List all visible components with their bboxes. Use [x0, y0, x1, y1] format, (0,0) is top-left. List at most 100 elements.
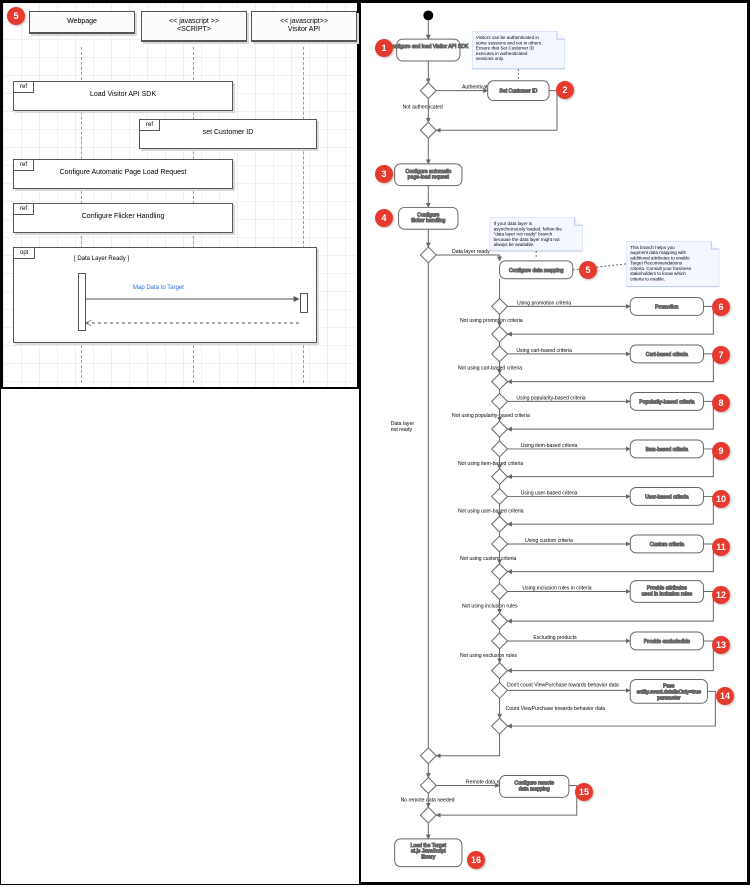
badge-11: 11 [712, 538, 730, 556]
node-detailsonly: Passentity.event.detailsOnly=trueparamet… [630, 680, 707, 704]
node-load-atjs: Load the Targetat.js JavaScriptlibrary [395, 839, 462, 867]
lbl-nuubc: Not using user-based criteria [458, 508, 524, 514]
badge-9: 9 [712, 442, 730, 460]
svg-text:Item-based criteria: Item-based criteria [646, 447, 689, 453]
badge-3: 3 [375, 165, 393, 183]
decision-user [492, 489, 508, 505]
lbl-nucbc: Not using cart-based criteria [458, 366, 522, 372]
lbl-uibc: Using item-based criteria [521, 443, 578, 449]
lbl-dcvp: Don't count ViewPurchase towards behavio… [507, 682, 619, 688]
badge-1: 1 [375, 39, 393, 57]
frag-label-cfg-flicker: Configure Flicker Handling [14, 213, 232, 220]
badge-12: 12 [712, 586, 730, 604]
node-cfg-data-mapping: Configure data mapping [500, 261, 573, 279]
node-promotion: Promotion [630, 298, 703, 316]
node-inclusion-rules: Provide attributesused in inclusion rule… [630, 581, 703, 603]
decision-promotion [492, 298, 508, 314]
activation-visitor-api [300, 293, 308, 313]
node-remote-mapping: Configure remotedata mapping [500, 776, 569, 798]
node-custom-criteria: Custom criteria [630, 535, 703, 553]
lbl-nupbc: Not using popularity-based criteria [452, 413, 530, 419]
lbl-uir: Using inclusion rules in criteria [522, 585, 591, 591]
lbl-cvp: Count ViewPurchase towards behavior data [506, 706, 606, 712]
lbl-dlr: Data layer ready [452, 249, 490, 255]
badge-8: 8 [712, 394, 730, 412]
lbl-dlnr: Data layernot ready [391, 421, 415, 433]
lbl-nuir: Not using inclusion rules [462, 603, 518, 609]
badge-5: 5 [579, 261, 597, 279]
lbl-exc: Excluding products [533, 635, 577, 641]
decision-custom [492, 536, 508, 552]
decision-inclusion [492, 584, 508, 600]
decision-exclusion [492, 633, 508, 649]
node-item-criteria: Item-based criteria [630, 440, 703, 458]
lbl-upbc: Using popularity-based criteria [516, 395, 585, 401]
frag-label-load-sdk: Load Visitor API SDK [14, 91, 232, 98]
lbl-nuex: Not using exclusion rules [460, 653, 517, 659]
svg-text:Custom criteria: Custom criteria [650, 542, 685, 548]
node-cart-criteria: Cart-based criteria [630, 345, 703, 363]
badge-7: 7 [712, 346, 730, 364]
decision-item [492, 441, 508, 457]
merge-datalayer [420, 748, 436, 764]
svg-text:Provide excludedIds: Provide excludedIds [644, 639, 691, 645]
frag-cfg-flicker: ref Configure Flicker Handling [13, 203, 233, 233]
initial-node [423, 10, 433, 20]
node-excludedids: Provide excludedIds [630, 632, 703, 650]
lane-visitor-api: << javascript>>Visitor API [251, 11, 357, 42]
note-branch: This branch helps youaugment data mappin… [626, 241, 719, 287]
svg-text:Set Customer ID: Set Customer ID [499, 89, 537, 95]
lane-webpage: Webpage [29, 11, 135, 34]
seq-badge-5: 5 [7, 7, 25, 25]
opt-guard: [ Data Layer Ready ] [74, 256, 129, 262]
badge-4: 4 [375, 209, 393, 227]
activation-webpage [78, 273, 86, 331]
badge-16: 16 [467, 851, 485, 869]
lbl-nupc: Not using promotion criteria [460, 318, 523, 324]
decision-auth [420, 83, 436, 99]
decision-viewpurchase [492, 683, 508, 699]
node-cfg-auto-pageload: Configure automaticpage-load request [395, 164, 462, 186]
svg-text:Popularity-based criteria: Popularity-based criteria [639, 399, 694, 405]
lbl-ucc: Using custom criteria [525, 538, 573, 544]
badge-10: 10 [712, 490, 730, 508]
svg-text:User-based criteria: User-based criteria [645, 494, 688, 500]
lane-head-visitor-api: << javascript>>Visitor API [252, 12, 356, 41]
frag-set-customer: ref set Customer ID [139, 119, 317, 149]
note-datalayer: If your data layer isasynchronously load… [490, 217, 583, 251]
svg-text:Configure data mapping: Configure data mapping [509, 268, 564, 274]
lane-head-script: << javascript >><SCRIPT> [142, 12, 246, 41]
node-set-customer-id: Set Customer ID [488, 81, 549, 101]
decision-remote [420, 778, 436, 794]
node-cfg-flicker: Configureflicker handling [399, 207, 458, 229]
frag-load-sdk: ref Load Visitor API SDK [13, 81, 233, 111]
svg-text:Configure remotedata mapping: Configure remotedata mapping [514, 780, 554, 792]
svg-text:Cart-based criteria: Cart-based criteria [646, 352, 688, 358]
decision-data-layer [420, 247, 436, 263]
node-popularity-criteria: Popularity-based criteria [630, 393, 703, 411]
note-auth: Visitors can be authenticated insome ses… [472, 31, 565, 69]
diagram-canvas: 5 Webpage << javascript >><SCRIPT> << ja… [0, 0, 750, 885]
lbl-nrdn: No remote data needed [401, 797, 455, 803]
flowchart: Configure and load Visitor API SDK Authe… [359, 1, 749, 884]
lbl-nuibc: Not using item-based criteria [458, 461, 523, 467]
svg-text:Promotion: Promotion [655, 304, 679, 310]
decision-popularity [492, 394, 508, 410]
merge-auth [420, 122, 436, 138]
lane-head-webpage: Webpage [30, 12, 134, 33]
badge-13: 13 [712, 636, 730, 654]
badge-14: 14 [716, 687, 734, 705]
map-data-label: Map Data to Target [133, 285, 184, 291]
badge-15: 15 [575, 783, 593, 801]
lbl-uubc: Using user-based criteria [521, 490, 578, 496]
svg-text:Configure automaticpage-load r: Configure automaticpage-load request [405, 169, 451, 181]
lbl-not-authenticated: Not authenticated [403, 104, 443, 110]
decision-cart [492, 346, 508, 362]
frag-label-cfg-auto: Configure Automatic Page Load Request [14, 169, 232, 176]
flowchart-svg: Configure and load Visitor API SDK Authe… [361, 3, 747, 882]
node-user-criteria: User-based criteria [630, 488, 703, 506]
frag-cfg-auto: ref Configure Automatic Page Load Reques… [13, 159, 233, 189]
badge-2: 2 [556, 81, 574, 99]
svg-text:Provide attributesused in incl: Provide attributesused in inclusion rule… [642, 585, 693, 597]
svg-text:Configure and load Visitor API: Configure and load Visitor API SDK [388, 44, 469, 50]
